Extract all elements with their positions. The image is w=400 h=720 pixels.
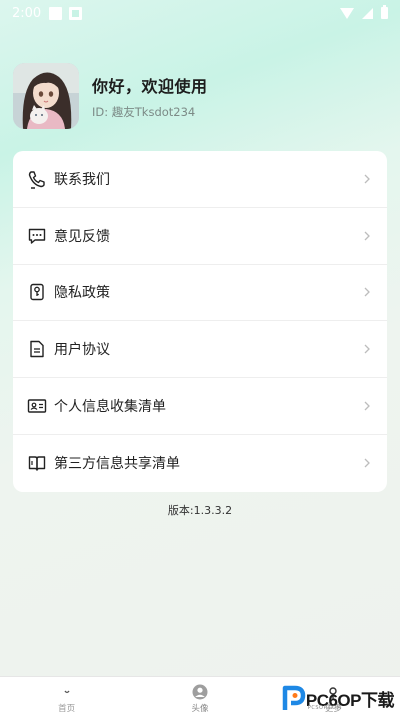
menu-item-third-party-sharing-list[interactable]: 第三方信息共享清单 — [13, 435, 387, 492]
avatar[interactable] — [13, 63, 79, 129]
menu-item-label: 意见反馈 — [54, 228, 110, 245]
profile-header: 你好，欢迎使用 ID: 趣友Tksdot234 — [13, 63, 208, 129]
menu-item-label: 隐私政策 — [54, 285, 110, 302]
tab-label: 首页 — [58, 704, 76, 714]
anime-girl-with-cat-avatar-icon — [13, 63, 79, 129]
watermark-subtext: PCSOP.COM — [307, 705, 342, 711]
notification-square-icon — [49, 6, 63, 20]
watermark-p-icon — [282, 685, 306, 710]
menu-item-label: 个人信息收集清单 — [54, 399, 166, 416]
menu-item-privacy-policy[interactable]: 隐私政策 — [13, 265, 387, 322]
menu-item-feedback[interactable]: 意见反馈 — [13, 208, 387, 265]
wifi-icon — [340, 7, 354, 19]
watermark-logo: PC6OP下载 PCSOP.COM — [282, 684, 395, 712]
home-icon — [62, 684, 72, 700]
chevron-right-icon — [364, 344, 370, 354]
avatar-icon — [192, 684, 208, 700]
id-card-icon — [27, 396, 47, 416]
book-icon — [27, 453, 47, 473]
status-bar: 2:00 — [0, 0, 400, 26]
status-time: 2:00 — [12, 5, 42, 21]
menu-item-label: 联系我们 — [54, 171, 110, 188]
menu-item-user-agreement[interactable]: 用户协议 — [13, 321, 387, 379]
menu-item-contact-us[interactable]: 联系我们 — [13, 151, 387, 208]
tab-avatar[interactable]: 头像 — [133, 677, 266, 720]
greeting-title: 你好，欢迎使用 — [92, 76, 208, 96]
tab-label: 头像 — [191, 704, 209, 714]
chevron-right-icon — [364, 288, 370, 297]
chevron-right-icon — [364, 401, 370, 411]
chat-bubble-icon — [27, 226, 47, 246]
battery-icon — [381, 5, 388, 19]
tab-home[interactable]: 首页 — [0, 677, 133, 720]
chevron-right-icon — [364, 231, 370, 241]
app-version: 版本:1.3.3.2 — [167, 504, 233, 517]
menu-item-label: 用户协议 — [54, 342, 110, 359]
document-icon — [27, 339, 47, 359]
chevron-right-icon — [364, 458, 370, 468]
user-id: ID: 趣友Tksdot234 — [92, 104, 196, 119]
menu-item-personal-info-list[interactable]: 个人信息收集清单 — [13, 378, 387, 435]
settings-menu-card: 联系我们 意见反馈 隐私政策 用户协议 个人信息收集清单 第三方信息共享清单 — [13, 151, 387, 492]
menu-item-label: 第三方信息共享清单 — [54, 456, 180, 473]
chevron-right-icon — [364, 174, 370, 184]
privacy-key-icon — [27, 282, 47, 302]
signal-icon — [362, 7, 373, 19]
photo-icon — [69, 6, 83, 20]
phone-icon — [27, 169, 47, 189]
